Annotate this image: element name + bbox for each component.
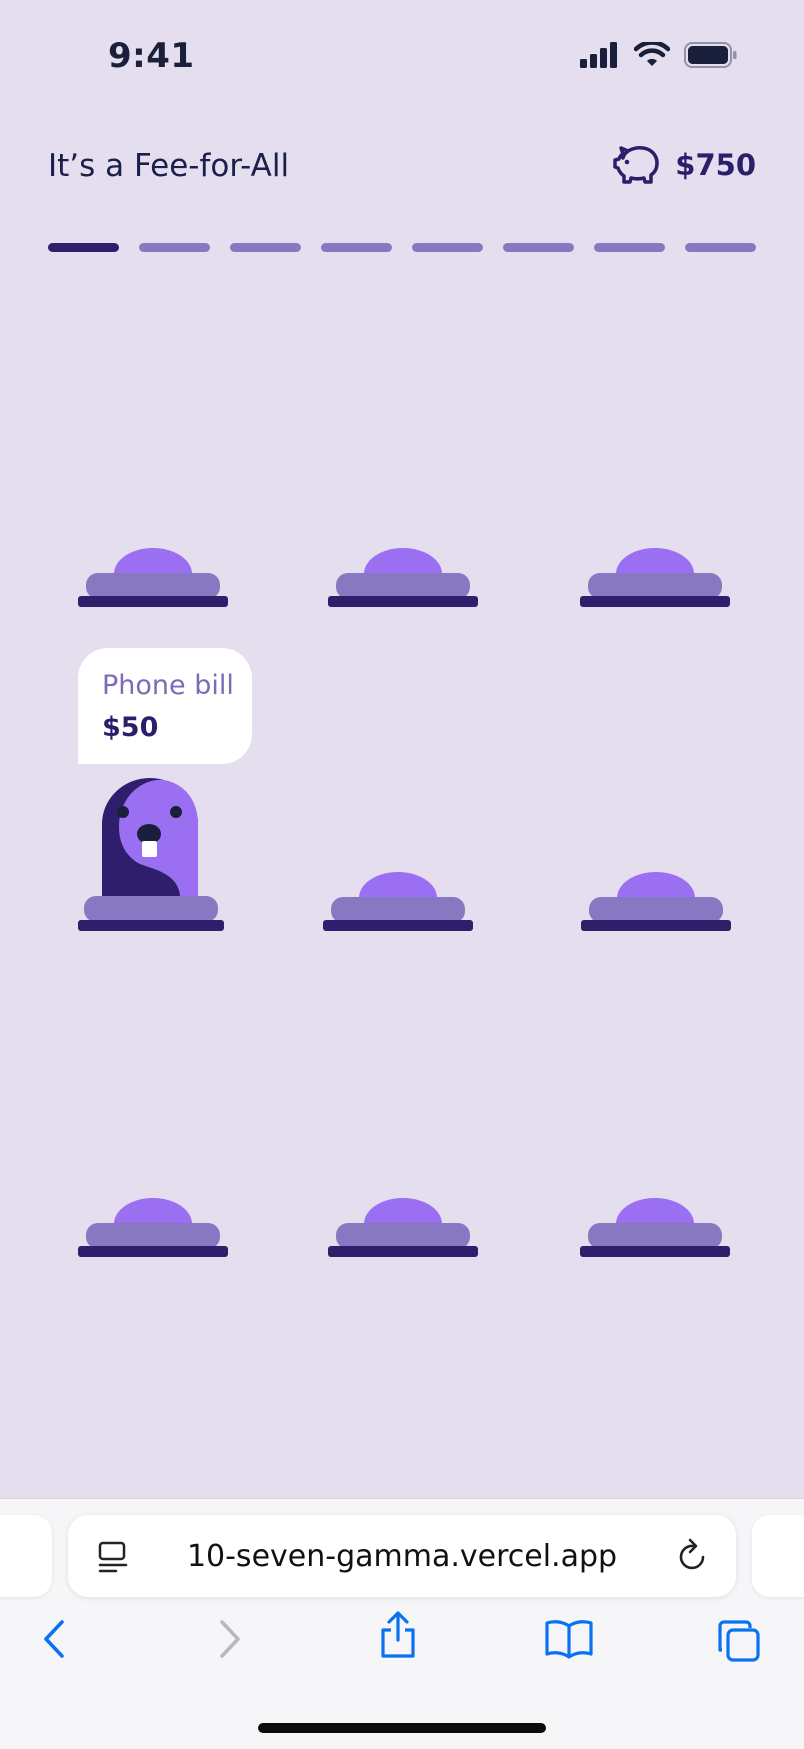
mole-hole-5[interactable]	[323, 872, 473, 942]
progress-segment-7	[594, 243, 665, 252]
fee-amount: $50	[102, 712, 159, 743]
status-bar: 9:41	[0, 0, 804, 110]
address-bar[interactable]: 10-seven-gamma.vercel.app	[68, 1515, 736, 1597]
mole-hole-8[interactable]	[328, 1198, 478, 1268]
reload-icon[interactable]	[676, 1537, 710, 1578]
fee-label: Phone bill	[102, 670, 234, 701]
mole-hole-2[interactable]	[328, 548, 478, 618]
progress-segment-8	[685, 243, 756, 252]
progress-segment-4	[321, 243, 392, 252]
battery-icon	[684, 42, 737, 68]
game-header: It’s a Fee-for-All $750	[48, 140, 756, 190]
progress-segment-2	[139, 243, 210, 252]
mole-hole-1[interactable]	[78, 548, 228, 618]
progress-bar	[48, 243, 756, 252]
chevron-left-icon[interactable]	[40, 1618, 70, 1665]
piggy-bank-icon	[613, 146, 660, 184]
url-text: 10-seven-gamma.vercel.app	[186, 1539, 618, 1574]
mole-character[interactable]	[78, 778, 224, 933]
mole-hole-3[interactable]	[580, 548, 730, 618]
tabs-icon[interactable]	[716, 1618, 762, 1667]
status-time: 9:41	[108, 36, 195, 76]
mole-hole-6[interactable]	[581, 872, 731, 942]
cellular-signal-icon	[580, 42, 617, 68]
share-icon[interactable]	[378, 1610, 418, 1665]
previous-tab-preview[interactable]	[0, 1515, 52, 1597]
progress-segment-1	[48, 243, 119, 252]
fee-tooltip: Phone bill $50	[78, 648, 252, 764]
game-title: It’s a Fee-for-All	[48, 148, 290, 184]
chevron-right-icon[interactable]	[214, 1618, 244, 1665]
balance-amount: $750	[675, 148, 756, 182]
next-tab-preview[interactable]	[752, 1515, 804, 1597]
mole-hole-7[interactable]	[78, 1198, 228, 1268]
book-icon[interactable]	[544, 1618, 594, 1665]
progress-segment-6	[503, 243, 574, 252]
progress-segment-3	[230, 243, 301, 252]
wifi-icon	[634, 42, 670, 66]
balance-display: $750	[613, 144, 756, 186]
status-icons	[580, 42, 738, 68]
progress-segment-5	[412, 243, 483, 252]
home-indicator	[258, 1723, 546, 1733]
mole-hole-9[interactable]	[580, 1198, 730, 1268]
